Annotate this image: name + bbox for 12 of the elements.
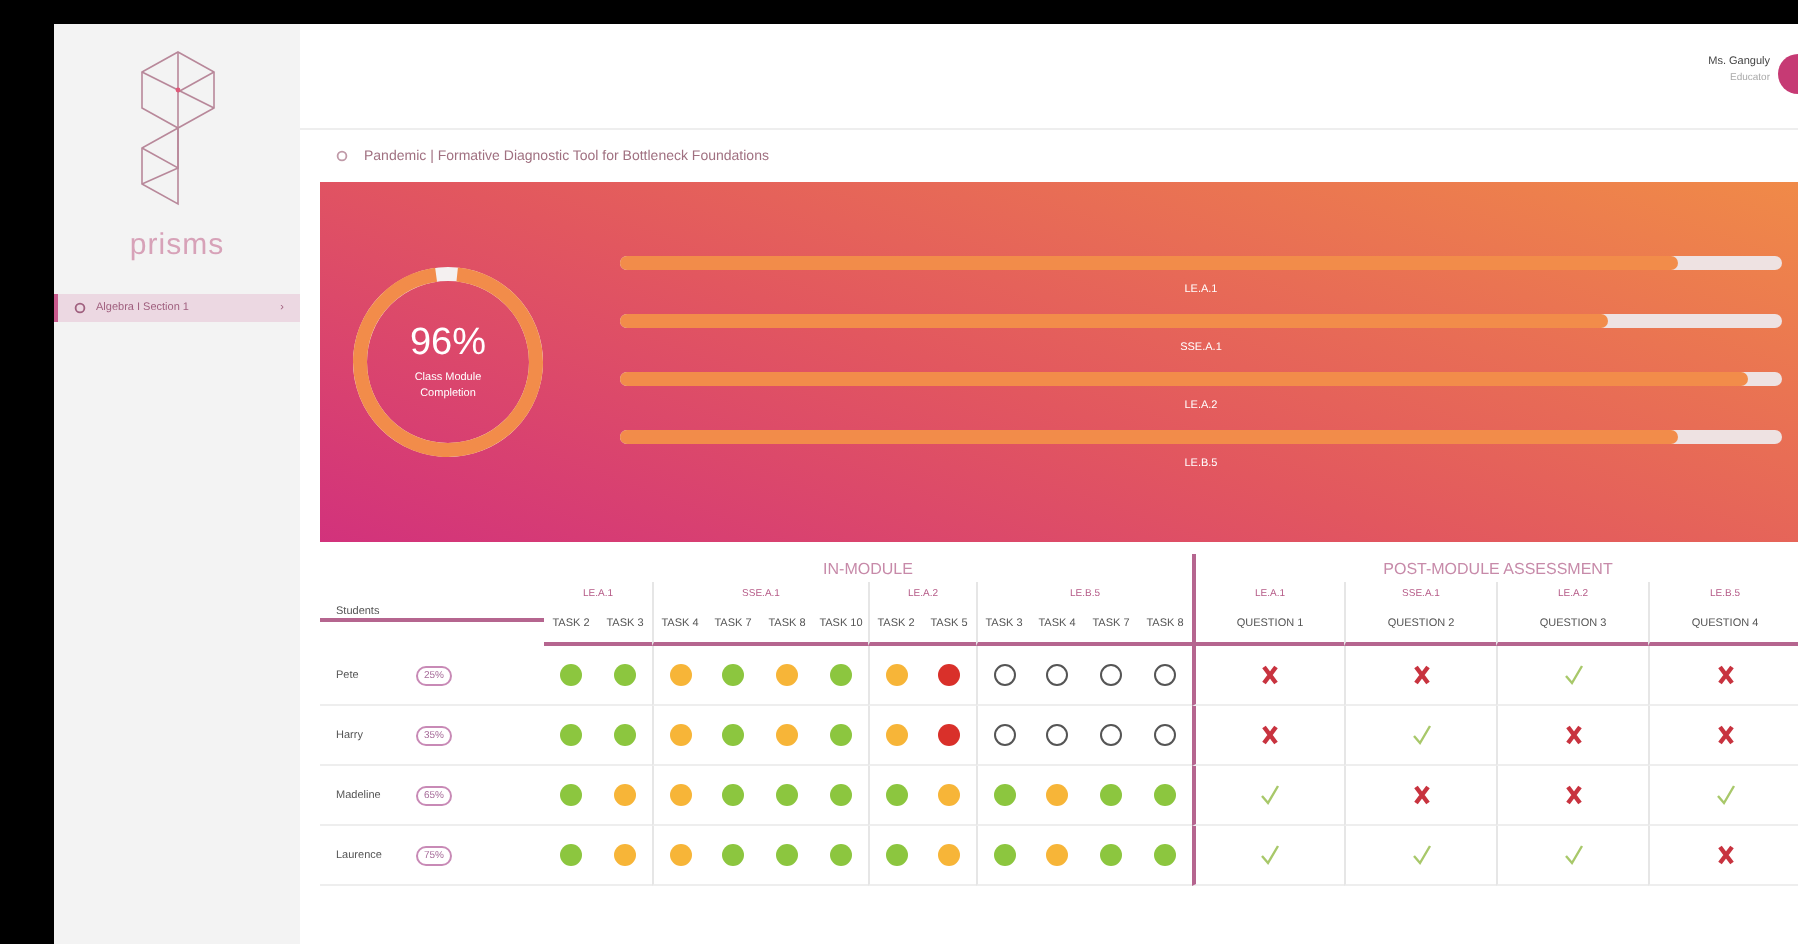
- empty-status-circle: [1100, 724, 1122, 746]
- empty-status-circle: [1154, 664, 1176, 686]
- logo-text: prisms: [129, 228, 225, 262]
- section-title: IN-MODULE: [821, 557, 915, 581]
- empty-status-circle: [1154, 724, 1176, 746]
- empty-status-circle: [993, 664, 1015, 686]
- empty-status-circle: [1046, 664, 1068, 686]
- completion-percent: 96%: [409, 321, 487, 366]
- empty-status-circle: [1100, 664, 1122, 686]
- empty-status-circle: [1046, 724, 1068, 746]
- section-title: POST-MODULE ASSESSMENT: [1192, 554, 1798, 582]
- empty-status-circle: [993, 724, 1015, 746]
